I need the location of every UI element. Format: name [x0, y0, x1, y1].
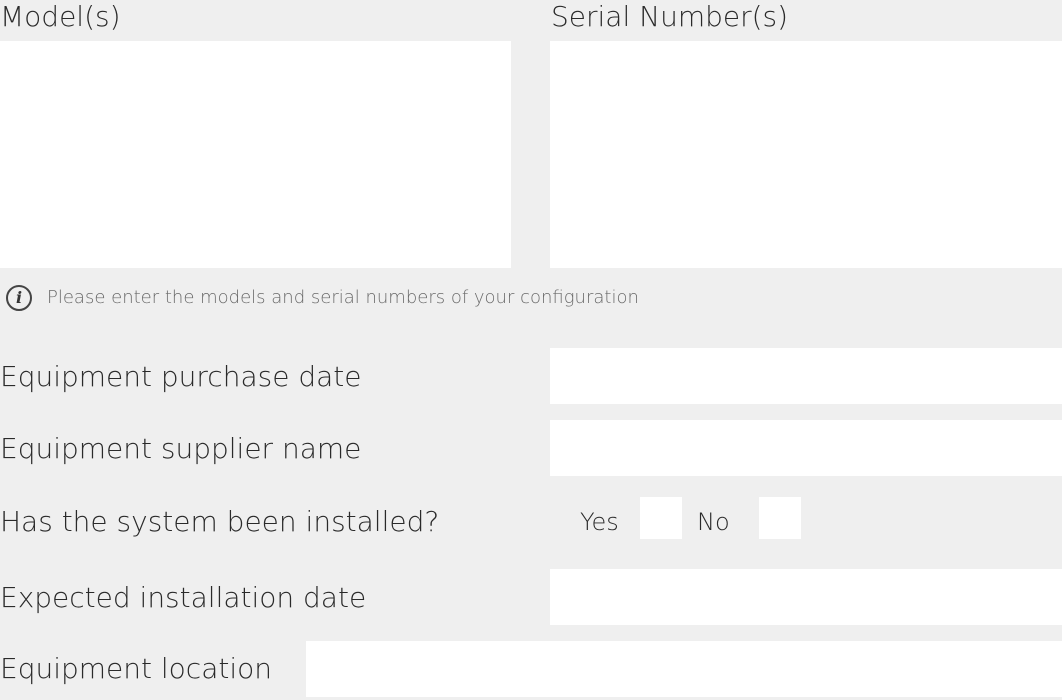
serials-label: Serial Number(s): [551, 0, 789, 33]
installation-date-label: Expected installation date: [0, 581, 367, 614]
installation-date-field[interactable]: [550, 569, 1062, 625]
purchase-date-field[interactable]: [550, 348, 1062, 404]
location-label: Equipment location: [0, 652, 272, 685]
info-icon: i: [6, 285, 32, 311]
supplier-name-field[interactable]: [550, 420, 1062, 476]
location-field[interactable]: [306, 641, 1062, 697]
installed-yes-checkbox[interactable]: [640, 497, 682, 539]
models-field[interactable]: [0, 41, 511, 268]
serials-field[interactable]: [550, 41, 1062, 268]
models-label: Model(s): [0, 0, 121, 33]
supplier-name-label: Equipment supplier name: [0, 432, 362, 465]
hint-text: Please enter the models and serial numbe…: [47, 287, 639, 308]
installed-yes-label: Yes: [580, 508, 619, 536]
installed-no-checkbox[interactable]: [759, 497, 801, 539]
installed-no-label: No: [697, 508, 730, 536]
purchase-date-label: Equipment purchase date: [0, 360, 362, 393]
installed-label: Has the system been installed?: [0, 505, 440, 538]
